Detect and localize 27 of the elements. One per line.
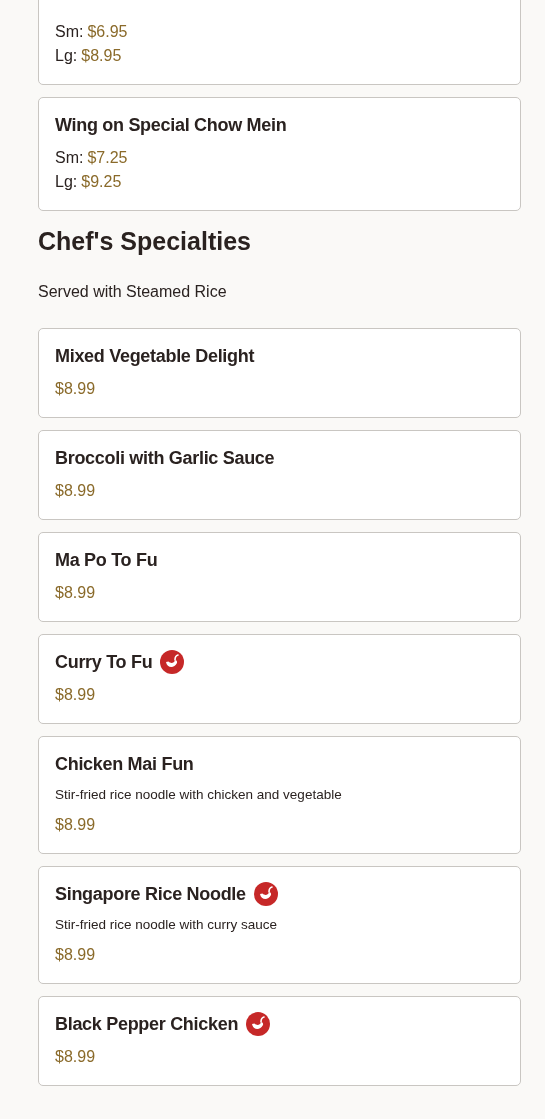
dish-description: Stir-fried rice noodle with curry sauce bbox=[55, 916, 279, 934]
dish-name: Singapore Rice Noodle bbox=[55, 883, 246, 905]
dish-name: Curry To Fu bbox=[55, 651, 153, 673]
section-note: Served with Steamed Rice bbox=[38, 282, 228, 302]
dish-name: Broccoli with Garlic Sauce bbox=[55, 447, 275, 469]
price: $8.99 bbox=[55, 815, 97, 835]
size-label: Lg: bbox=[55, 172, 78, 192]
price: $8.99 bbox=[55, 685, 97, 705]
price: $8.99 bbox=[55, 481, 97, 501]
dish-name: Ma Po To Fu bbox=[55, 549, 158, 571]
dish-description: Stir-fried rice noodle with chicken and vegetable bbox=[55, 786, 343, 804]
section-heading: Chef's Specialties bbox=[38, 226, 252, 257]
price: $8.95 bbox=[81, 46, 122, 66]
price: $8.99 bbox=[55, 583, 97, 603]
price: $6.95 bbox=[87, 22, 128, 42]
dish-name: Wing on Special Chow Mein bbox=[55, 114, 287, 136]
size-label: Sm: bbox=[55, 22, 84, 42]
price: $8.99 bbox=[55, 945, 97, 965]
price: $7.25 bbox=[87, 148, 128, 168]
dish-name: Chicken Mai Fun bbox=[55, 753, 194, 775]
size-label: Sm: bbox=[55, 148, 84, 168]
dish-name: Mixed Vegetable Delight bbox=[55, 345, 255, 367]
dish-name: Black Pepper Chicken bbox=[55, 1013, 239, 1035]
price: $9.25 bbox=[81, 172, 122, 192]
price: $8.99 bbox=[55, 379, 97, 399]
size-label: Lg: bbox=[55, 46, 78, 66]
price: $8.99 bbox=[55, 1047, 97, 1067]
